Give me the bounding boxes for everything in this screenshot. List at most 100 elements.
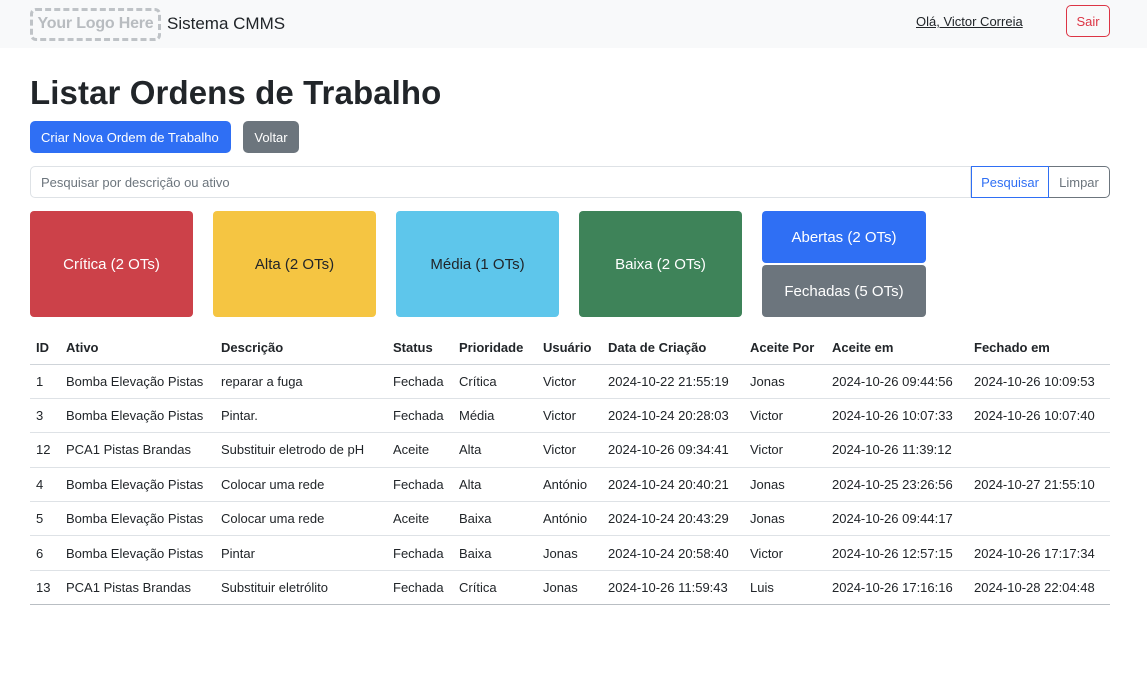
table-body: 1 Bomba Elevação Pistas reparar a fuga Fech… <box>30 364 1110 606</box>
table-row[interactable]: 3 Bomba Elevação Pistas Pintar. Fechada Médi… <box>30 398 1110 434</box>
cell-asset: Bomba Elevação Pistas <box>60 398 215 434</box>
cell-description: Pintar <box>215 535 387 571</box>
status-filter-stack: Abertas (2 OTs) Fechadas (5 OTs) <box>762 211 926 317</box>
cell-status: Fechada <box>387 570 453 606</box>
cell-asset: Bomba Elevação Pistas <box>60 364 215 399</box>
cell-accepted-by: Jonas <box>744 467 826 503</box>
column-header: Usuário <box>537 331 602 365</box>
cell-asset: Bomba Elevação Pistas <box>60 501 215 537</box>
cell-accepted-at: 2024-10-25 23:26:56 <box>826 467 968 503</box>
cell-status: Fechada <box>387 535 453 571</box>
filter-card-media[interactable]: Média (1 OTs) <box>396 211 559 317</box>
cell-closed-at: 2024-10-27 21:55:10 <box>968 467 1110 503</box>
cell-created: 2024-10-26 11:59:43 <box>602 570 744 606</box>
cell-user: Victor <box>537 432 602 468</box>
create-work-order-button[interactable]: Criar Nova Ordem de Trabalho <box>30 121 231 153</box>
column-header: Ativo <box>60 331 215 365</box>
filter-card-baixa[interactable]: Baixa (2 OTs) <box>579 211 742 317</box>
cell-description: Colocar uma rede <box>215 501 387 537</box>
cell-accepted-at: 2024-10-26 09:44:56 <box>826 364 968 399</box>
cell-closed-at: 2024-10-26 10:07:40 <box>968 398 1110 434</box>
cell-closed-at: 2024-10-26 17:17:34 <box>968 535 1110 571</box>
column-header: ID <box>30 331 60 365</box>
cell-user: Victor <box>537 364 602 399</box>
filter-cards: Crítica (2 OTs) Alta (2 OTs) Média (1 OT… <box>30 211 1110 317</box>
cell-priority: Alta <box>453 432 537 468</box>
cell-status: Fechada <box>387 467 453 503</box>
work-orders-table: ID Ativo Descrição Status Prioridade Usuário D… <box>30 331 1110 606</box>
filter-card-alta[interactable]: Alta (2 OTs) <box>213 211 376 317</box>
table-row[interactable]: 4 Bomba Elevação Pistas Colocar uma rede Fe… <box>30 467 1110 503</box>
logo-placeholder[interactable]: Your Logo Here <box>30 7 161 41</box>
cell-user: Jonas <box>537 570 602 606</box>
cell-created: 2024-10-24 20:58:40 <box>602 535 744 571</box>
page-title: Listar Ordens de Trabalho <box>30 74 442 111</box>
cell-asset: Bomba Elevação Pistas <box>60 467 215 503</box>
filter-card-abertas[interactable]: Abertas (2 OTs) <box>762 211 926 263</box>
cell-id: 3 <box>30 398 60 434</box>
main-content: Listar Ordens de Trabalho Criar Nova Ord… <box>0 73 1147 606</box>
cell-accepted-by: Jonas <box>744 364 826 399</box>
cell-id: 13 <box>30 570 60 606</box>
cell-asset: PCA1 Pistas Brandas <box>60 432 215 468</box>
clear-button[interactable]: Limpar <box>1049 166 1110 198</box>
search-input[interactable]: Pesquisar por descrição ou ativo <box>30 166 971 198</box>
cell-id: 6 <box>30 535 60 571</box>
navbar: Your Logo Here Sistema CMMS Olá, Victor … <box>0 0 1147 48</box>
cell-created: 2024-10-24 20:40:21 <box>602 467 744 503</box>
column-header: Aceite Por <box>744 331 826 365</box>
user-greeting-link[interactable]: Olá, Victor Correia <box>916 14 1023 29</box>
cell-description: Substituir eletrodo de pH <box>215 432 387 468</box>
cell-status: Fechada <box>387 398 453 434</box>
cell-id: 4 <box>30 467 60 503</box>
logout-button[interactable]: Sair <box>1066 5 1110 37</box>
column-header: Data de Criação <box>602 331 744 365</box>
column-header: Prioridade <box>453 331 537 365</box>
column-header: Aceite em <box>826 331 968 365</box>
cell-accepted-by: Luis <box>744 570 826 606</box>
cell-accepted-at: 2024-10-26 17:16:16 <box>826 570 968 606</box>
cell-created: 2024-10-24 20:28:03 <box>602 398 744 434</box>
cell-status: Aceite <box>387 432 453 468</box>
cell-asset: Bomba Elevação Pistas <box>60 535 215 571</box>
table-row[interactable]: 12 PCA1 Pistas Brandas Substituir eletrodo… <box>30 432 1110 468</box>
brand-name[interactable]: Sistema CMMS <box>167 14 285 34</box>
cell-accepted-by: Victor <box>744 398 826 434</box>
action-bar: Criar Nova Ordem de Trabalho Voltar <box>30 121 1110 153</box>
cell-id: 12 <box>30 432 60 468</box>
cell-closed-at: 2024-10-28 22:04:48 <box>968 570 1110 606</box>
cell-closed-at <box>968 432 1110 468</box>
cell-priority: Média <box>453 398 537 434</box>
table-row[interactable]: 6 Bomba Elevação Pistas Pintar Fechada Baixa… <box>30 535 1110 571</box>
search-bar: Pesquisar por descrição ou ativo Pesquis… <box>30 166 1110 198</box>
table-row[interactable]: 13 PCA1 Pistas Brandas Substituir eletróli… <box>30 570 1110 606</box>
filter-card-critica[interactable]: Crítica (2 OTs) <box>30 211 193 317</box>
cell-accepted-at: 2024-10-26 11:39:12 <box>826 432 968 468</box>
cell-priority: Baixa <box>453 535 537 571</box>
cell-id: 5 <box>30 501 60 537</box>
table-row[interactable]: 5 Bomba Elevação Pistas Colocar uma rede Ac… <box>30 501 1110 537</box>
cell-user: António <box>537 501 602 537</box>
cell-accepted-by: Jonas <box>744 501 826 537</box>
cell-description: Pintar. <box>215 398 387 434</box>
cell-created: 2024-10-26 09:34:41 <box>602 432 744 468</box>
cell-status: Fechada <box>387 364 453 399</box>
cell-user: Victor <box>537 398 602 434</box>
cell-description: reparar a fuga <box>215 364 387 399</box>
search-button[interactable]: Pesquisar <box>971 166 1049 198</box>
cell-priority: Alta <box>453 467 537 503</box>
cell-created: 2024-10-22 21:55:19 <box>602 364 744 399</box>
column-header: Descrição <box>215 331 387 365</box>
cell-asset: PCA1 Pistas Brandas <box>60 570 215 606</box>
table-header-row: ID Ativo Descrição Status Prioridade Usuário D… <box>30 331 1110 365</box>
cell-accepted-at: 2024-10-26 09:44:17 <box>826 501 968 537</box>
filter-card-fechadas[interactable]: Fechadas (5 OTs) <box>762 265 926 317</box>
cell-priority: Crítica <box>453 570 537 606</box>
column-header: Fechado em <box>968 331 1110 365</box>
back-button[interactable]: Voltar <box>243 121 299 153</box>
cell-user: Jonas <box>537 535 602 571</box>
table-row[interactable]: 1 Bomba Elevação Pistas reparar a fuga Fech… <box>30 364 1110 399</box>
cell-status: Aceite <box>387 501 453 537</box>
cell-accepted-at: 2024-10-26 10:07:33 <box>826 398 968 434</box>
cell-closed-at: 2024-10-26 10:09:53 <box>968 364 1110 399</box>
